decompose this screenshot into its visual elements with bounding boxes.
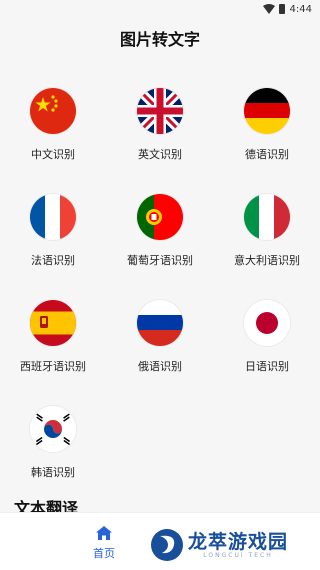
language-item-spanish[interactable]: 西班牙语识别 [0,300,106,374]
portugal-flag-icon [137,194,183,240]
language-item-korean[interactable]: 韩语识别 [0,406,106,480]
page-title: 图片转文字 [119,30,200,49]
wifi-icon [262,4,275,14]
language-label: 英文识别 [138,148,182,161]
korea-flag-icon [30,406,76,452]
watermark-en: LONGCUI TECH [203,551,273,559]
language-label: 意大利语识别 [234,254,300,267]
status-bar: 4:44 [0,0,320,18]
italy-flag-icon [244,194,290,240]
watermark-logo-icon [151,529,183,561]
germany-flag-icon [244,88,290,134]
russia-flag-icon [137,300,183,346]
language-label: 西班牙语识别 [20,360,86,373]
battery-icon [278,4,285,14]
watermark-cn: 龙萃游戏园 [188,530,289,553]
china-flag-icon [30,88,76,134]
language-item-french[interactable]: 法语识别 [0,194,106,268]
language-label: 中文识别 [31,148,75,161]
watermark: 龙萃游戏园 LONGCUI TECH [150,527,310,563]
nav-home-tab[interactable]: 首页 [86,525,122,561]
language-item-german[interactable]: 德语识别 [214,88,320,162]
spain-flag-icon [30,300,76,346]
language-label: 日语识别 [245,360,289,373]
uk-flag-icon [137,88,183,134]
bottom-nav: 首页 龙萃游戏园 LONGCUI TECH [0,512,320,570]
language-label: 葡萄牙语识别 [127,254,193,267]
language-item-chinese[interactable]: 中文识别 [0,88,106,162]
japan-flag-icon [244,300,290,346]
nav-home-label: 首页 [93,547,115,560]
france-flag-icon [30,194,76,240]
language-label: 法语识别 [31,254,75,267]
language-item-english[interactable]: 英文识别 [107,88,213,162]
home-icon [96,526,112,540]
language-item-russian[interactable]: 俄语识别 [107,300,213,374]
language-label: 德语识别 [245,148,289,161]
language-item-italian[interactable]: 意大利语识别 [214,194,320,268]
language-item-japanese[interactable]: 日语识别 [214,300,320,374]
language-label: 韩语识别 [31,466,75,479]
language-item-portuguese[interactable]: 葡萄牙语识别 [107,194,213,268]
status-time: 4:44 [289,3,312,15]
language-label: 俄语识别 [138,360,182,373]
